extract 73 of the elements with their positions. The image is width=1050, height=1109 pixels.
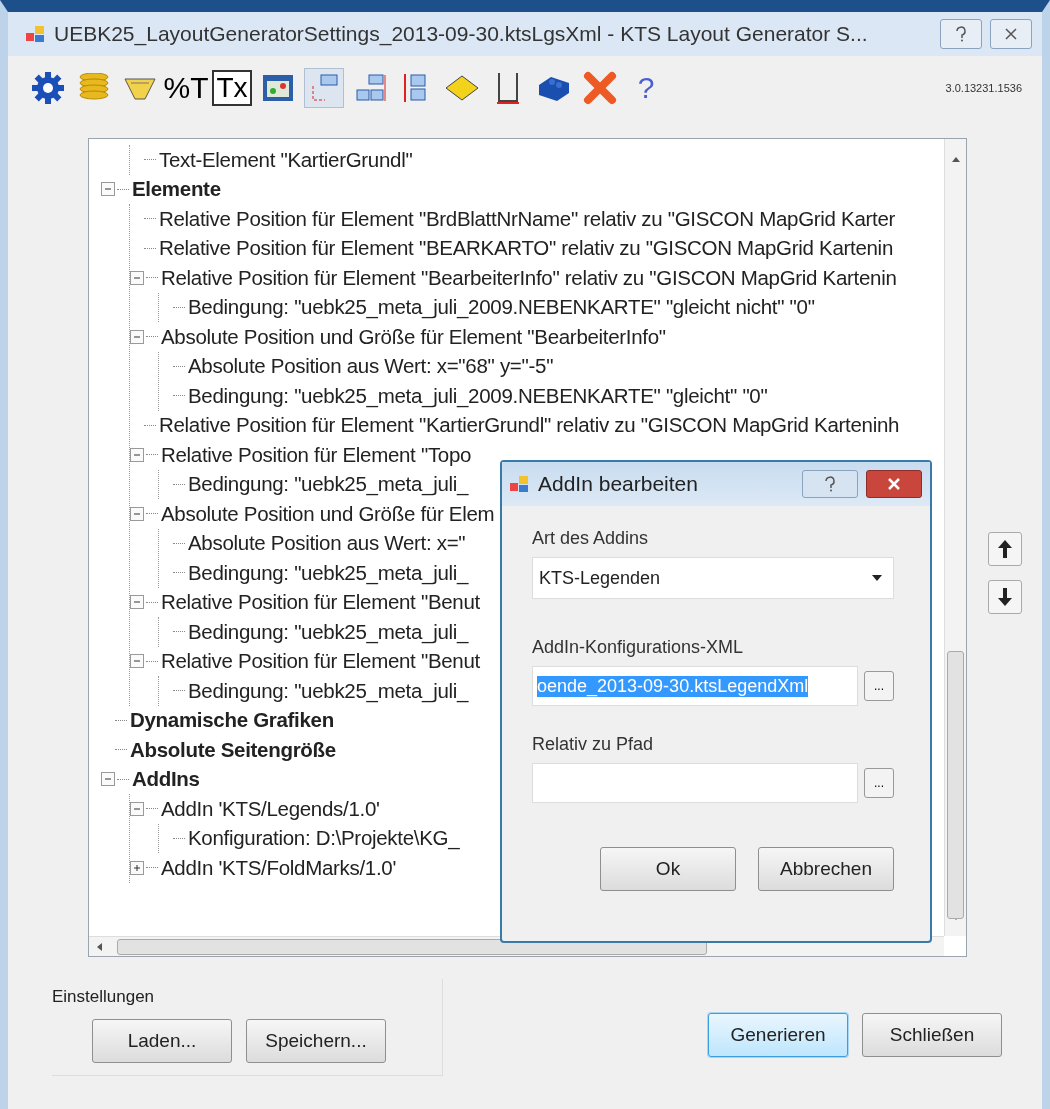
settings-button[interactable]: Speichern...: [246, 1019, 386, 1063]
collapse-icon[interactable]: [101, 772, 115, 787]
tree-item[interactable]: Bedingung: "uebk25_meta_juli_: [188, 560, 469, 585]
tree-item[interactable]: Absolute Position und Größe für Elem: [161, 501, 495, 526]
expand-icon[interactable]: [130, 860, 144, 875]
app-icon: [510, 475, 530, 493]
group-label: Einstellungen: [52, 987, 156, 1007]
scroll-left-icon[interactable]: [95, 941, 103, 952]
collapse-icon[interactable]: [101, 182, 115, 197]
text-tool[interactable]: %T: [166, 68, 206, 108]
cancel-button[interactable]: Abbrechen: [758, 847, 894, 891]
help-button[interactable]: [802, 470, 858, 498]
tree-item[interactable]: AddIns: [132, 767, 200, 792]
app-icon: [26, 25, 46, 43]
tree-item[interactable]: Relative Position für Element "Benut: [161, 649, 480, 674]
field-label: Art des Addins: [532, 528, 650, 549]
settings-button[interactable]: Laden...: [92, 1019, 232, 1063]
arrow-up-icon: [997, 539, 1013, 559]
action-button[interactable]: Generieren: [708, 1013, 848, 1057]
text-tool[interactable]: ?: [626, 68, 666, 108]
tree-item[interactable]: Text-Element "KartierGrundl": [159, 147, 413, 172]
addin-type-dropdown[interactable]: KTS-Legenden: [532, 557, 894, 599]
tree-item[interactable]: Relative Position für Element "Benut: [161, 590, 480, 615]
field-label: AddIn-Konfigurations-XML: [532, 637, 745, 658]
dropdown-arrow-icon: [871, 574, 883, 582]
help-icon: [824, 476, 836, 492]
tree-item[interactable]: AddIn 'KTS/Legends/1.0': [161, 796, 380, 821]
browse-button[interactable]: ...: [864, 671, 894, 701]
tree-item[interactable]: Bedingung: "uebk25_meta_juli_: [188, 678, 469, 703]
version-label: 3.0.13231.1536: [945, 82, 1022, 94]
tree-item[interactable]: Bedingung: "uebk25_meta_juli_2009.NEBENKARTE" "gleicht nicht" "0": [188, 295, 815, 320]
tree-item[interactable]: Absolute Seitengröße: [130, 737, 336, 762]
text-box-tool[interactable]: Tx: [212, 70, 252, 106]
tree-item[interactable]: AddIn 'KTS/FoldMarks/1.0': [161, 855, 397, 880]
action-button[interactable]: Schließen: [862, 1013, 1002, 1057]
tree-item[interactable]: Relative Position für Element "BrdBlattNrName" relativ zu "GISCON MapGrid Karter: [159, 206, 896, 231]
collapse-icon[interactable]: [130, 801, 144, 816]
browse-button[interactable]: ...: [864, 768, 894, 798]
tree-item[interactable]: Absolute Position und Größe für Element "BearbeiterInfo": [161, 324, 666, 349]
tree-item[interactable]: Bedingung: "uebk25_meta_juli_2009.NEBENKARTE" "gleicht" "0": [188, 383, 768, 408]
collapse-icon[interactable]: [130, 329, 144, 344]
collapse-icon[interactable]: [130, 447, 144, 462]
collapse-icon[interactable]: [130, 595, 144, 610]
tree-item[interactable]: Konfiguration: D:\Projekte\KG_: [188, 826, 460, 851]
close-icon: [1004, 27, 1018, 41]
vertical-scrollbar[interactable]: [944, 139, 966, 936]
collapse-icon[interactable]: [130, 654, 144, 669]
close-button[interactable]: [866, 470, 922, 498]
tree-item[interactable]: Relative Position für Element "Topo: [161, 442, 472, 467]
tree-item[interactable]: Elemente: [132, 177, 221, 202]
layout-icon[interactable]: [304, 68, 344, 108]
tree-item[interactable]: Absolute Position aus Wert: x=": [188, 531, 466, 556]
tree-item[interactable]: Bedingung: "uebk25_meta_juli_: [188, 619, 469, 644]
path-input-field[interactable]: [532, 763, 858, 803]
close-icon: [887, 477, 901, 491]
field-label: Relativ zu Pfad: [532, 734, 655, 755]
scroll-up-icon[interactable]: [950, 155, 961, 163]
dialog-title: AddIn bearbeiten: [538, 472, 699, 496]
window-title: UEBK25_LayoutGeneratorSettings_2013-09-30.ktsLgsXml - KTS Layout Generator S...: [54, 22, 869, 46]
tree-item[interactable]: Dynamische Grafiken: [130, 708, 334, 733]
arrow-down-icon: [997, 587, 1013, 607]
ok-button[interactable]: Ok: [600, 847, 736, 891]
collapse-icon[interactable]: [130, 270, 144, 285]
collapse-icon[interactable]: [130, 506, 144, 521]
tree-item[interactable]: Bedingung: "uebk25_meta_juli_: [188, 472, 469, 497]
tree-item[interactable]: Relative Position für Element "BEARKARTO" relativ zu "GISCON MapGrid Kartenin: [159, 236, 893, 261]
move-up-button[interactable]: [988, 532, 1022, 566]
help-icon: [955, 26, 967, 42]
move-down-button[interactable]: [988, 580, 1022, 614]
help-button[interactable]: [940, 19, 982, 49]
tree-item[interactable]: Absolute Position aus Wert: x="68" y="-5": [188, 354, 554, 379]
tree-item[interactable]: Relative Position für Element "BearbeiterInfo" relativ zu "GISCON MapGrid Kartenin: [161, 265, 897, 290]
tree-item[interactable]: Relative Position für Element "KartierGrundl" relativ zu "GISCON MapGrid Karteninh: [159, 413, 900, 438]
